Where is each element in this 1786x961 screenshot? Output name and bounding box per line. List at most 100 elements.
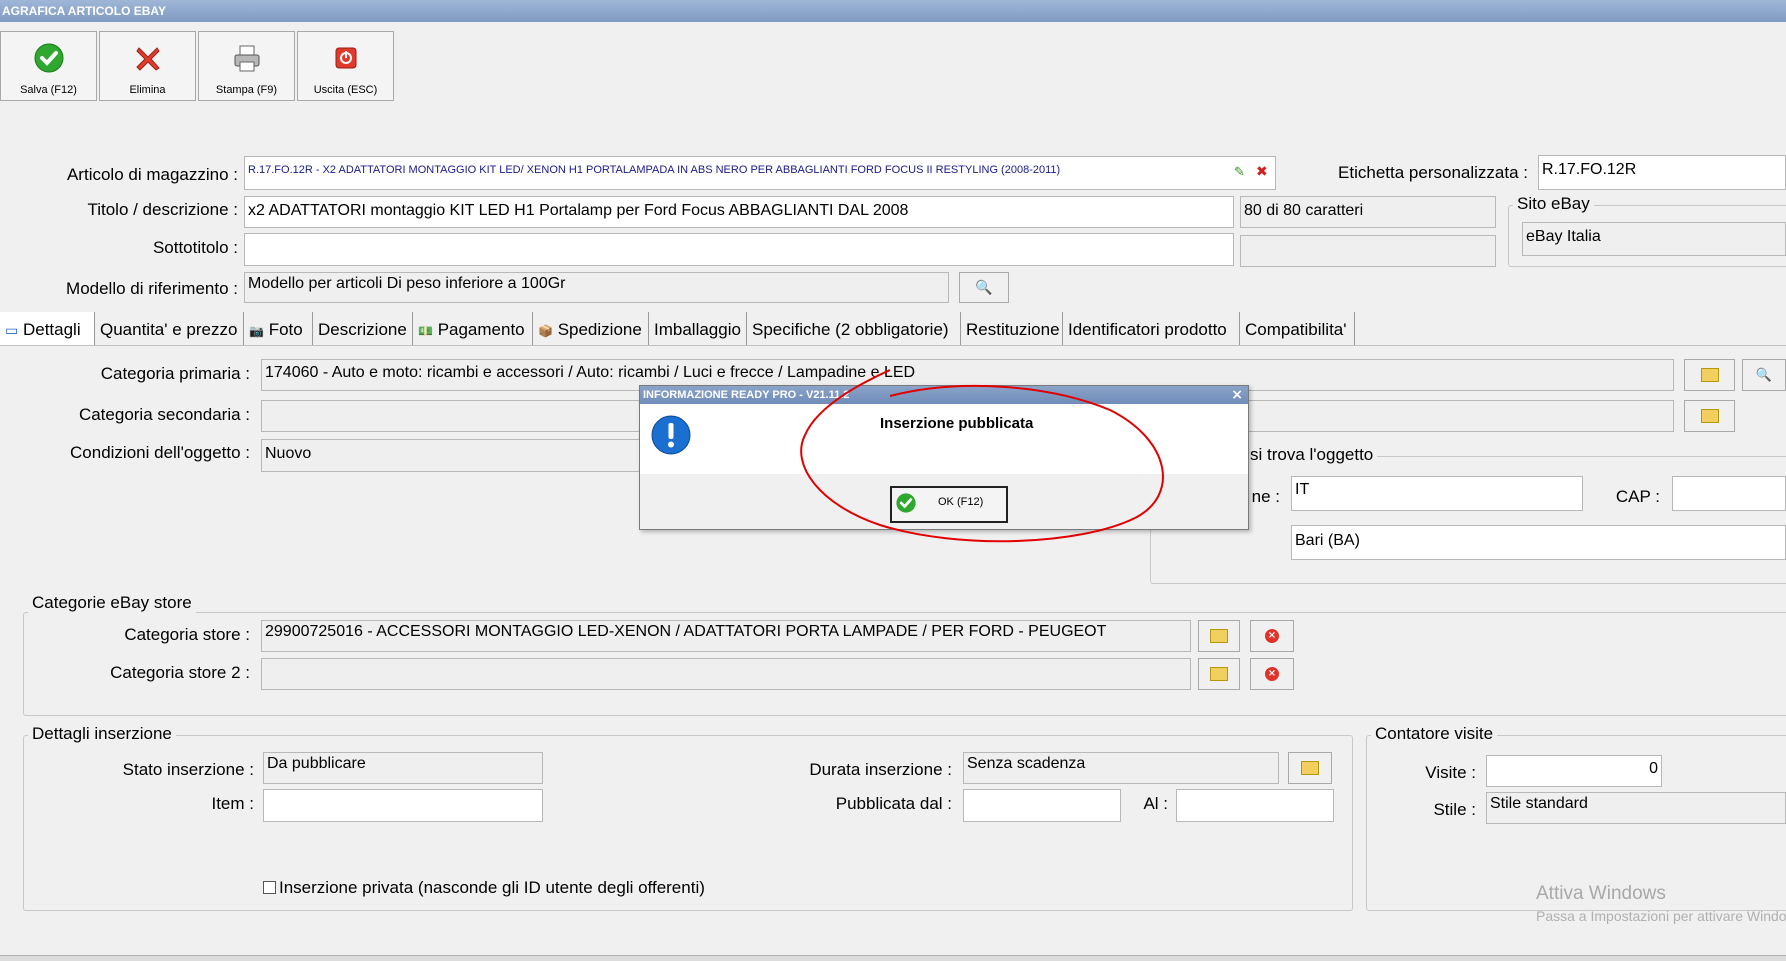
print-button[interactable]: Stampa (F9) [198, 31, 295, 101]
etichetta-label: Etichetta personalizzata : [1338, 163, 1528, 182]
tab-label: Dettagli [22, 320, 81, 339]
modello-search-button[interactable]: 🔍 [959, 272, 1009, 303]
luogo-field[interactable]: Bari (BA) [1291, 525, 1786, 560]
tab-label: Pagamento [437, 320, 525, 339]
money-icon: 💵 [418, 324, 433, 338]
item-label: Item : [211, 794, 254, 813]
info-dialog: INFORMAZIONE READY PRO - V21.11.2 × Inse… [639, 385, 1249, 530]
cat-store-field[interactable]: 29900725016 - ACCESSORI MONTAGGIO LED-XE… [261, 620, 1191, 652]
tab-label: Compatibilita' [1245, 320, 1347, 339]
condizioni-label: Condizioni dell'oggetto : [70, 443, 250, 462]
delete-button[interactable]: Elimina [99, 31, 196, 101]
delete-circle-icon: × [1265, 667, 1279, 681]
tab-bar: ▭ Dettagli Quantita' e prezzo 📷 Foto Des… [0, 312, 1786, 345]
watermark-title: Attiva Windows [1536, 883, 1666, 904]
tab-specifiche[interactable]: Specifiche (2 obbligatorie) [747, 312, 961, 345]
cat-store2-label: Categoria store 2 : [110, 663, 250, 682]
ok-button[interactable]: OK (F12) [890, 486, 1008, 523]
save-button[interactable]: Salva (F12) [0, 31, 97, 101]
tab-foto[interactable]: 📷 Foto [244, 312, 313, 345]
checkmark-icon [896, 493, 916, 513]
durata-browse-button[interactable] [1288, 752, 1332, 784]
folder-icon [1301, 761, 1319, 775]
window-title: AGRAFICA ARTICOLO EBAY [0, 0, 1786, 22]
titolo-field[interactable]: x2 ADATTATORI montaggio KIT LED H1 Porta… [244, 196, 1234, 228]
cat-primaria-label: Categoria primaria : [100, 364, 250, 383]
camera-icon: 📷 [249, 324, 264, 338]
articolo-label: Articolo di magazzino : [66, 165, 238, 184]
delete-circle-icon: × [1265, 629, 1279, 643]
sito-group-title: Sito eBay [1513, 194, 1594, 214]
tab-dettagli[interactable]: ▭ Dettagli [0, 312, 95, 345]
folder-icon [1700, 409, 1719, 423]
delete-label: Elimina [129, 84, 166, 96]
cap-field[interactable] [1672, 476, 1786, 511]
ok-label: OK (F12) [938, 496, 984, 508]
cap-label: CAP : [1615, 487, 1660, 506]
exclamation-icon [651, 415, 691, 455]
checkmark-icon [34, 43, 64, 73]
sottotitolo-label: Sottotitolo : [152, 238, 238, 257]
stato-label: Stato inserzione : [122, 760, 254, 779]
cat-secondaria-label: Categoria secondaria : [78, 405, 250, 424]
folder-icon [1210, 667, 1228, 681]
tab-spedizione[interactable]: 📦 Spedizione [533, 312, 649, 345]
contatore-group-title: Contatore visite [1371, 724, 1498, 744]
privata-checkbox[interactable] [263, 881, 276, 894]
tab-label: Specifiche (2 obbligatorie) [752, 320, 949, 339]
cat-store2-field[interactable] [261, 658, 1191, 690]
cat-store2-clear-button[interactable]: × [1250, 658, 1294, 690]
visite-field[interactable]: 0 [1486, 755, 1662, 787]
cat-store2-browse-button[interactable] [1198, 658, 1240, 690]
tab-label: Restituzione [966, 320, 1060, 339]
modello-field[interactable]: Modello per articoli Di peso inferiore a… [244, 272, 949, 303]
stato-field[interactable]: Da pubblicare [263, 752, 543, 784]
dialog-message: Inserzione pubblicata [880, 415, 1034, 432]
tab-compatibilita[interactable]: Compatibilita' [1240, 312, 1355, 345]
tab-label: Spedizione [557, 320, 642, 339]
durata-label: Durata inserzione : [809, 760, 952, 779]
char-count: 80 di 80 caratteri [1240, 196, 1496, 228]
print-label: Stampa (F9) [215, 84, 278, 96]
pubblicata-label: Pubblicata dal : [835, 794, 952, 813]
dialog-body: Inserzione pubblicata [640, 404, 1248, 474]
clear-x-icon[interactable]: ✖ [1256, 164, 1268, 180]
save-label: Salva (F12) [20, 84, 77, 96]
cat-store-clear-button[interactable]: × [1250, 620, 1294, 652]
tab-quantita[interactable]: Quantita' e prezzo [95, 312, 244, 345]
tab-descrizione[interactable]: Descrizione [313, 312, 413, 345]
tab-restituzione[interactable]: Restituzione [961, 312, 1063, 345]
edit-pencil-icon[interactable]: ✎ [1234, 165, 1245, 180]
tab-divider [0, 345, 1786, 346]
tab-pagamento[interactable]: 💵 Pagamento [413, 312, 533, 345]
durata-field[interactable]: Senza scadenza [963, 752, 1279, 784]
sottotitolo-field[interactable] [244, 233, 1234, 266]
condizioni-field[interactable]: Nuovo [261, 439, 641, 472]
stile-label: Stile : [1433, 800, 1476, 819]
magnifier-icon: 🔍 [975, 279, 993, 296]
tab-imballaggio[interactable]: Imballaggio [649, 312, 747, 345]
exit-label: Uscita (ESC) [313, 84, 378, 96]
dialog-close-icon[interactable]: × [1231, 387, 1243, 403]
nazione-field[interactable]: IT [1291, 476, 1583, 511]
articolo-field[interactable]: R.17.FO.12R - X2 ADATTATORI MONTAGGIO KI… [244, 156, 1276, 190]
exit-button[interactable]: Uscita (ESC) [297, 31, 394, 101]
status-bar [0, 955, 1786, 961]
sito-field[interactable]: eBay Italia [1522, 222, 1786, 256]
tab-label: Descrizione [318, 320, 407, 339]
tab-label: Foto [268, 320, 303, 339]
cat-store-browse-button[interactable] [1198, 620, 1240, 652]
etichetta-field[interactable]: R.17.FO.12R [1538, 155, 1786, 190]
folder-icon [1210, 629, 1228, 643]
power-icon [335, 47, 357, 69]
stile-field[interactable]: Stile standard [1486, 792, 1786, 824]
cat-secondaria-browse-button[interactable] [1684, 400, 1735, 432]
pubblicata-field[interactable] [963, 789, 1121, 822]
item-field[interactable] [263, 789, 543, 822]
al-field[interactable] [1176, 789, 1334, 822]
titolo-label: Titolo / descrizione : [87, 200, 238, 219]
cat-primaria-browse-button[interactable] [1684, 359, 1735, 391]
tab-identificatori[interactable]: Identificatori prodotto [1063, 312, 1240, 345]
cat-primaria-search-button[interactable]: 🔍 [1742, 359, 1786, 391]
delete-x-icon [136, 47, 160, 71]
